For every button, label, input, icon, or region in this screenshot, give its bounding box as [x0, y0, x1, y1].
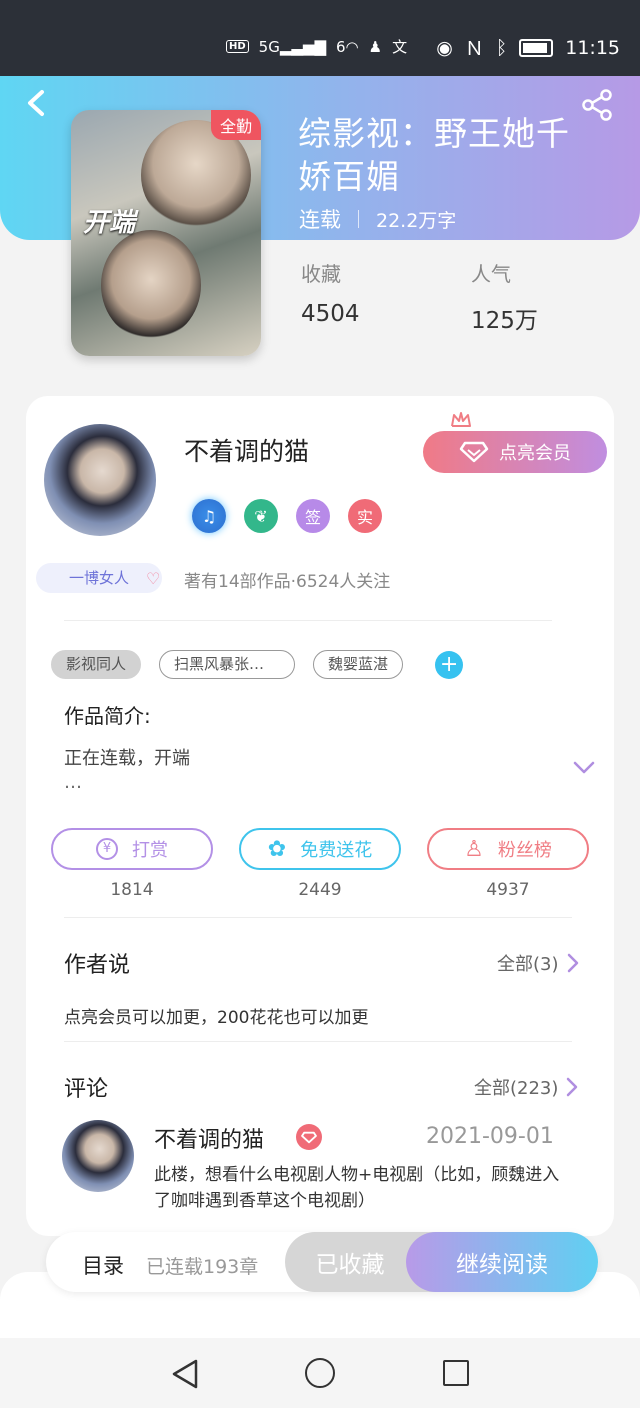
chapter-count: 已连载193章 — [146, 1256, 259, 1278]
nav-back-icon[interactable] — [170, 1358, 200, 1390]
divider — [64, 1041, 572, 1042]
author-say-more-label: 全部(3) — [497, 954, 559, 975]
favorited-label: 已收藏 — [315, 1252, 385, 1278]
stat-popularity: 人气 125万 — [471, 258, 538, 335]
tip-label: 打赏 — [132, 840, 168, 861]
comments-more[interactable]: 全部(223) — [474, 1074, 578, 1100]
intro-label: 作品简介: — [64, 704, 151, 728]
book-meta: 连载 22.2万字 — [299, 204, 456, 234]
tip-button[interactable]: ¥ 打赏 — [51, 828, 213, 870]
qq-icon: ♟ — [368, 37, 383, 56]
comments-more-label: 全部(223) — [474, 1078, 559, 1099]
verified-badge[interactable]: 实 — [348, 499, 382, 533]
status-bar: HD 5G▂▃▅▇ 6◠ ♟ 文 ◉ Ｎ ᛒ 11:15 — [0, 0, 640, 76]
comment-text[interactable]: 此楼，想看什么电视剧人物+电视剧（比如，顾魏进入了咖啡遇到香草这个电视剧） — [154, 1162, 564, 1214]
comment-user[interactable]: 不着调的猫 — [154, 1122, 264, 1154]
sign-badge[interactable]: 签 — [296, 499, 330, 533]
chevron-right-icon — [567, 953, 578, 973]
author-badges: ♫ ❦ 签 实 — [192, 499, 382, 533]
continue-reading-label: 继续阅读 — [456, 1252, 548, 1278]
book-title: 综影视：野王她千娇百媚 — [298, 114, 570, 196]
member-button-label: 点亮会员 — [499, 443, 571, 464]
tip-count: 1814 — [110, 880, 154, 900]
stat-label: 收藏 — [301, 262, 341, 286]
tag-item[interactable]: 扫黑风暴张… — [159, 650, 296, 679]
cover-badge: 全勤 — [210, 110, 261, 140]
author-say-more[interactable]: 全部(3) — [497, 950, 579, 976]
wifi-icon: 6◠ — [336, 37, 359, 56]
comments-title: 评论 — [64, 1077, 109, 1102]
back-icon[interactable] — [22, 86, 52, 120]
intro-ellipsis: … — [64, 772, 82, 793]
member-button[interactable]: 点亮会员 — [423, 431, 607, 473]
continue-reading-button[interactable]: 继续阅读 — [406, 1232, 598, 1292]
add-tag-icon[interactable]: + — [435, 650, 464, 679]
comment-date: 2021-09-01 — [426, 1124, 554, 1149]
divider — [64, 917, 572, 918]
send-flower-button[interactable]: ✿ 免费送花 — [239, 828, 401, 870]
status-right: ◉ Ｎ ᛒ 11:15 — [436, 34, 620, 61]
fan-ranking-button[interactable]: ♙ 粉丝榜 — [427, 828, 589, 870]
fan-icon: ♙ — [464, 836, 484, 862]
comment-avatar[interactable] — [62, 1120, 134, 1192]
nav-home-icon[interactable] — [305, 1358, 335, 1388]
fan-ranking-label: 粉丝榜 — [497, 840, 552, 861]
music-badge-icon[interactable]: ♫ — [192, 499, 226, 533]
stat-value: 125万 — [471, 308, 538, 334]
signal-icon: 5G▂▃▅▇ — [258, 37, 326, 56]
stat-label: 人气 — [471, 262, 511, 286]
crown-icon — [451, 412, 471, 427]
divider — [64, 620, 552, 621]
flower-count: 2449 — [298, 880, 342, 900]
stat-value: 4504 — [301, 301, 360, 327]
eye-icon: ◉ — [436, 36, 453, 59]
translate-icon: 文 — [392, 38, 408, 56]
author-title-tag: 一博女人 — [36, 563, 162, 593]
bluetooth-icon: ᛒ — [495, 36, 508, 59]
meta-divider — [358, 210, 359, 228]
nfc-icon: Ｎ — [464, 38, 484, 60]
battery-icon — [519, 38, 554, 57]
send-flower-label: 免费送花 — [300, 840, 373, 861]
hd-icon: HD — [226, 40, 249, 53]
stat-favorites: 收藏 4504 — [301, 258, 360, 327]
author-avatar[interactable] — [44, 424, 156, 536]
chevron-down-icon[interactable] — [572, 760, 596, 776]
tag-item[interactable]: 魏婴蓝湛 — [313, 650, 404, 679]
author-say-title: 作者说 — [64, 953, 131, 978]
flower-icon: ✿ — [267, 836, 287, 862]
author-stats: 著有14部作品·6524人关注 — [184, 572, 391, 592]
fan-count: 4937 — [486, 880, 530, 900]
word-count: 22.2万字 — [376, 209, 457, 232]
diamond-icon — [459, 441, 489, 463]
status-time: 11:15 — [565, 36, 620, 59]
chevron-right-icon — [567, 1077, 578, 1097]
leaf-badge-icon[interactable]: ❦ — [244, 499, 278, 533]
yen-icon: ¥ — [96, 838, 118, 860]
intro-text: 正在连载，开端 — [64, 748, 190, 769]
cover-figure — [101, 230, 201, 340]
cover-logo: 开端 — [83, 208, 136, 238]
book-cover[interactable]: 开端 全勤 — [71, 110, 261, 356]
author-name[interactable]: 不着调的猫 — [184, 432, 309, 468]
book-status: 连载 — [299, 208, 341, 232]
status-icons: HD 5G▂▃▅▇ 6◠ ♟ 文 — [226, 36, 407, 57]
diamond-badge-icon — [296, 1124, 322, 1150]
tag-item[interactable]: 影视同人 — [51, 650, 142, 679]
tag-list: 影视同人 扫黑风暴张… 魏婴蓝湛 + — [51, 650, 464, 679]
toc-button[interactable]: 目录 — [82, 1250, 124, 1280]
author-say-text: 点亮会员可以加更，200花花也可以加更 — [64, 1008, 369, 1028]
heart-icon: ♡ — [146, 569, 161, 588]
nav-recent-icon[interactable] — [443, 1360, 469, 1386]
